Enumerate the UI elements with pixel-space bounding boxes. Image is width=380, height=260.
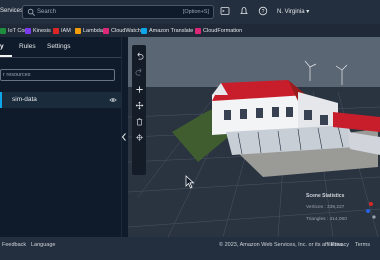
- language-link[interactable]: Language: [31, 242, 55, 248]
- redo-icon[interactable]: [135, 67, 144, 76]
- service-icon: [25, 27, 31, 34]
- filter-resources-input[interactable]: r resources: [0, 69, 115, 81]
- hierarchy-item[interactable]: sim-data: [0, 92, 121, 108]
- tab-settings[interactable]: Settings: [47, 43, 71, 50]
- tab-rules[interactable]: Rules: [19, 43, 36, 50]
- triangles-count: Triangles : 414,060: [306, 217, 347, 222]
- help-icon[interactable]: ?: [258, 6, 268, 16]
- mouse-cursor: [185, 175, 195, 189]
- service-icon: [53, 27, 59, 34]
- privacy-link[interactable]: Privacy: [331, 242, 349, 248]
- search-placeholder: Search: [37, 9, 57, 15]
- region-selector[interactable]: N. Virginia ▾: [277, 8, 309, 15]
- search-input[interactable]: Search [Option+S]: [22, 5, 214, 19]
- active-tab-indicator: [0, 55, 12, 57]
- scene-viewport[interactable]: Scene Statistics Vertices : 339,227 Tria…: [128, 37, 380, 237]
- tab-hierarchy[interactable]: y: [0, 43, 4, 50]
- favorite-iam[interactable]: IAM: [53, 26, 71, 35]
- favorite-amazon-translate[interactable]: Amazon Translate: [141, 26, 193, 35]
- collapse-panel-icon[interactable]: [121, 132, 127, 142]
- feedback-link[interactable]: Feedback: [2, 242, 26, 248]
- search-shortcut: [Option+S]: [182, 9, 209, 15]
- service-icon: [103, 27, 109, 34]
- bell-icon[interactable]: [239, 6, 249, 16]
- services-menu[interactable]: Services: [0, 8, 23, 14]
- panel-tabs: y Rules Settings: [0, 37, 121, 58]
- undo-icon[interactable]: [135, 51, 144, 60]
- copyright-text: © 2023, Amazon Web Services, Inc. or its…: [219, 242, 344, 248]
- axis-gizmo[interactable]: [364, 201, 378, 221]
- move-icon[interactable]: [135, 101, 144, 110]
- favorite-kinesis[interactable]: Kinesis: [25, 26, 51, 35]
- footer: Feedback Language © 2023, Amazon Web Ser…: [0, 237, 380, 260]
- trash-icon[interactable]: [135, 117, 144, 126]
- filter-placeholder: r resources: [3, 72, 31, 78]
- vertices-count: Vertices : 339,227: [306, 205, 345, 210]
- viewport-toolbar: [132, 45, 146, 175]
- search-icon: [27, 8, 35, 16]
- top-navigation-bar: Services Search [Option+S] ? N. Virginia…: [0, 0, 380, 24]
- scene-statistics-panel: Scene Statistics Vertices : 339,227 Tria…: [304, 191, 366, 229]
- favorites-bar: IoT Core Kinesis IAM Lambda CloudWatch A…: [0, 24, 380, 38]
- scene-statistics-title: Scene Statistics: [306, 193, 345, 199]
- service-icon: [195, 27, 201, 34]
- favorite-cloudformation[interactable]: CloudFormation: [195, 26, 242, 35]
- terms-link[interactable]: Terms: [355, 242, 370, 248]
- svg-text:?: ?: [262, 9, 265, 15]
- service-icon: [141, 27, 147, 34]
- service-icon: [0, 27, 6, 34]
- favorite-lambda[interactable]: Lambda: [75, 26, 103, 35]
- target-icon[interactable]: [135, 133, 144, 142]
- terminal-icon[interactable]: [220, 6, 230, 16]
- service-icon: [75, 27, 81, 34]
- add-object-icon[interactable]: [135, 85, 144, 94]
- eye-icon[interactable]: [109, 96, 117, 104]
- hierarchy-item-label: sim-data: [12, 96, 37, 103]
- scene-hierarchy-panel: y Rules Settings r resources sim-data: [0, 37, 122, 237]
- favorite-cloudwatch[interactable]: CloudWatch: [103, 26, 141, 35]
